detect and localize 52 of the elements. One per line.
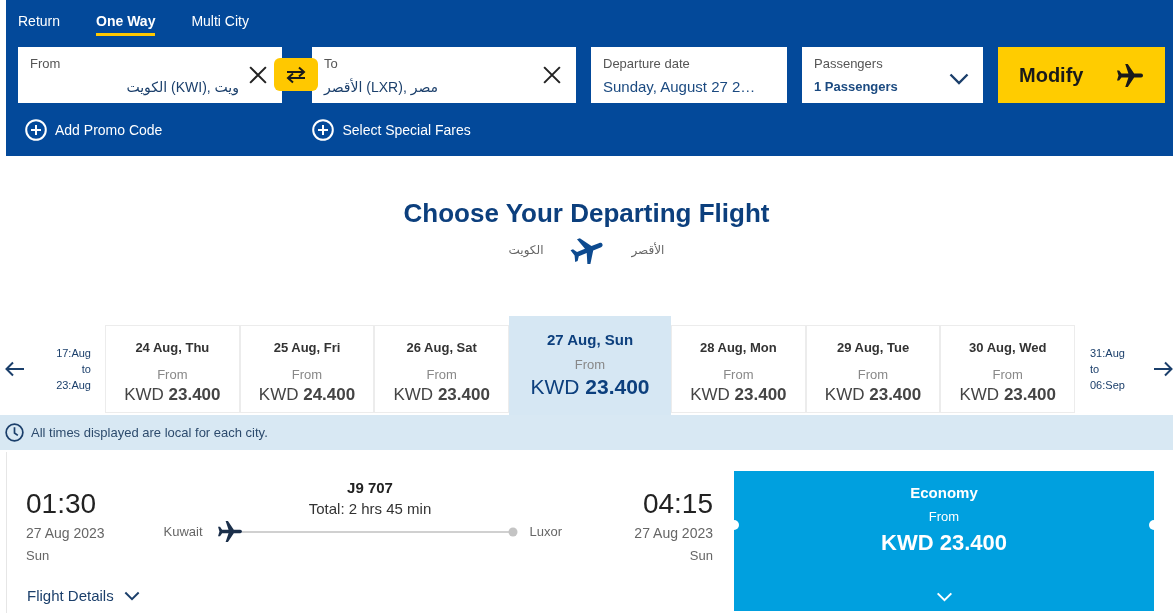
plus-circle-icon bbox=[312, 118, 335, 141]
date-range-link[interactable]: 31:Aug to 06:Sep bbox=[1090, 345, 1125, 393]
date-tab[interactable]: 29 Aug, Tue From KWD 23.400 bbox=[805, 325, 941, 413]
swap-arrows-icon bbox=[285, 65, 307, 84]
notice-text: All times displayed are local for each city. bbox=[31, 424, 268, 441]
chevron-down-icon bbox=[123, 591, 140, 601]
arrival-day: Sun bbox=[689, 548, 713, 564]
swap-button[interactable] bbox=[274, 58, 318, 91]
date-tab[interactable]: 28 Aug, Mon From KWD 23.400 bbox=[671, 325, 806, 413]
modify-button[interactable]: Modify bbox=[998, 47, 1165, 103]
origin-label: Kuwait bbox=[163, 522, 203, 541]
clock-icon bbox=[5, 423, 24, 442]
trip-type-tab[interactable]: Return bbox=[18, 12, 61, 36]
option-link[interactable]: Select Special Fares bbox=[312, 118, 471, 141]
previous-week-button[interactable] bbox=[5, 361, 25, 377]
date-tab[interactable]: 27 Aug, Sun From KWD 23.400 bbox=[509, 316, 671, 415]
arrow-left-icon bbox=[5, 361, 25, 377]
destination-label: Luxor bbox=[529, 522, 563, 541]
chevron-down-icon bbox=[949, 73, 969, 85]
passengers-dropdown[interactable]: Passengers 1 Passengers bbox=[802, 47, 983, 103]
close-icon bbox=[543, 66, 561, 84]
airplane-icon bbox=[1117, 63, 1143, 87]
origin-city: الكويت bbox=[508, 242, 544, 258]
plus-circle-icon bbox=[25, 118, 47, 141]
date-tab[interactable]: 26 Aug, Sat From KWD 23.400 bbox=[374, 325, 509, 413]
close-icon bbox=[249, 66, 267, 84]
trip-type-tab[interactable]: Multi City bbox=[191, 12, 249, 36]
next-week-button[interactable] bbox=[1153, 361, 1173, 377]
date-tab[interactable]: 25 Aug, Fri From KWD 24.400 bbox=[239, 325, 375, 413]
clear-button[interactable] bbox=[249, 66, 267, 84]
date-range-link[interactable]: 17:Aug to 23:Aug bbox=[56, 345, 91, 393]
destination-city: الأقصر bbox=[631, 242, 665, 258]
arrival-time: 04:15 bbox=[642, 488, 713, 520]
option-link[interactable]: Add Promo Code bbox=[25, 118, 163, 141]
departure-day: Sun bbox=[26, 548, 50, 564]
flight-details-link[interactable]: Flight Details bbox=[27, 586, 140, 606]
chevron-down-icon bbox=[935, 592, 953, 602]
date-tab[interactable]: 30 Aug, Wed From KWD 23.400 bbox=[940, 325, 1076, 413]
flight-number: J9 707 bbox=[347, 479, 393, 497]
clear-button[interactable] bbox=[543, 66, 561, 84]
date-field[interactable]: Departure date Sunday, August 27 2… bbox=[591, 47, 787, 103]
duration-text: Total: 2 hrs 45 min bbox=[308, 500, 432, 518]
trip-type-tab[interactable]: One Way bbox=[96, 12, 156, 36]
departure-time: 01:30 bbox=[26, 488, 97, 520]
arrow-right-icon bbox=[1153, 361, 1173, 377]
page-title: Choose Your Departing Flight bbox=[403, 197, 770, 229]
date-tab[interactable]: 24 Aug, Thu From KWD 23.400 bbox=[105, 325, 240, 413]
ticket-notch-icon bbox=[734, 520, 739, 530]
ticket-notch-icon bbox=[1149, 520, 1154, 530]
departure-date: 27 Aug 2023 bbox=[26, 524, 105, 542]
arrival-date: 27 Aug 2023 bbox=[634, 524, 713, 542]
airplane-icon bbox=[217, 521, 242, 542]
